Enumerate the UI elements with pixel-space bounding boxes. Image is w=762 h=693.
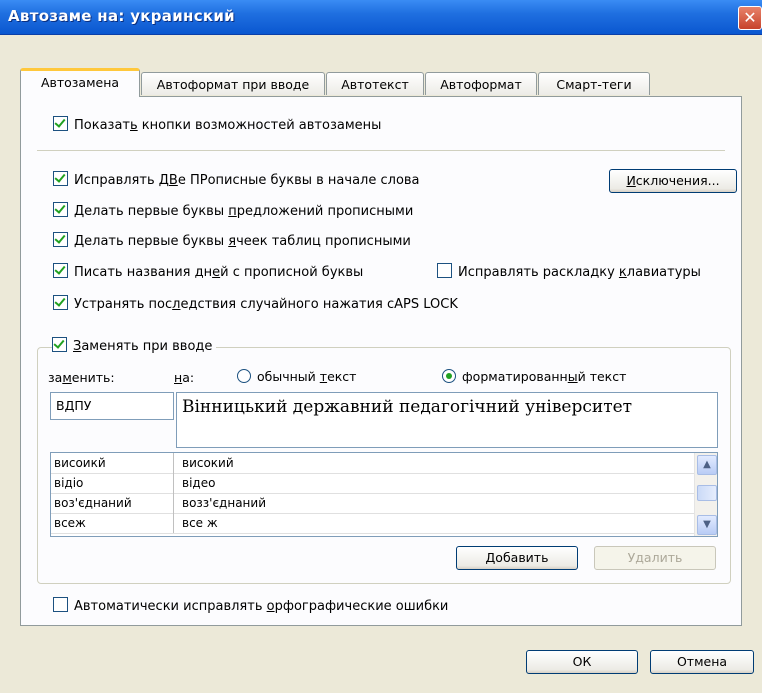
list-item[interactable]: всеж все ж (51, 513, 695, 534)
with-input[interactable]: Вінницький державний педагогічний універ… (176, 392, 718, 448)
exceptions-button[interactable]: Исключения... (609, 169, 737, 193)
sentence-caps-option[interactable]: Делать первые буквы предложений прописны… (53, 202, 413, 222)
autocorrect-entries-list[interactable]: висоикй високий відіо відео воз'єднаний воз… (50, 452, 718, 537)
scroll-down-icon[interactable]: ▼ (697, 515, 717, 535)
tab-autoformat[interactable]: Автоформат (425, 72, 537, 95)
cell-caps-checkbox[interactable] (53, 232, 68, 247)
replace-typing-checkbox[interactable] (52, 337, 67, 352)
sentence-caps-checkbox[interactable] (53, 202, 68, 217)
keyboard-layout-option[interactable]: Исправлять раскладку клавиатуры (437, 263, 701, 283)
keyboard-layout-checkbox[interactable] (437, 263, 452, 278)
list-item[interactable]: висоикй високий (51, 453, 695, 474)
replace-input[interactable]: ВДПУ (50, 392, 174, 420)
scroll-up-icon[interactable]: ▲ (697, 455, 717, 475)
spelling-checkbox[interactable] (53, 597, 68, 612)
replace-label: заменить: (48, 370, 115, 385)
day-names-option[interactable]: Писать названия дней с прописной буквы (53, 263, 363, 283)
caps-lock-checkbox[interactable] (53, 295, 68, 310)
title-bar[interactable]: Автозаме на: украинский ✕ (0, 0, 762, 35)
list-item[interactable]: воз'єднаний возз'єднаний (51, 493, 695, 514)
plain-text-option[interactable]: обычный текст (237, 369, 356, 384)
ok-button[interactable]: ОК (526, 650, 638, 674)
tab-autocorrect[interactable]: Автозамена (20, 68, 140, 97)
add-button[interactable]: Добавить (456, 546, 578, 570)
list-item[interactable]: відіо відео (51, 473, 695, 494)
list-scrollbar[interactable]: ▲ ▼ (694, 453, 717, 536)
autocorrect-dialog: Автозаме на: украинский ✕ Автозамена Авт… (0, 0, 762, 693)
separator (37, 150, 725, 151)
two-caps-option[interactable]: Исправлять ДВе ПРописные буквы в начале … (53, 171, 420, 191)
day-names-checkbox[interactable] (53, 263, 68, 278)
scroll-thumb[interactable] (697, 485, 717, 501)
tab-autoformat-as-you-type[interactable]: Автоформат при вводе (141, 72, 325, 95)
formatted-text-option[interactable]: форматированный текст (442, 369, 626, 384)
two-caps-checkbox[interactable] (53, 171, 68, 186)
autocorrect-panel: Показать кнопки возможностей автозамены … (20, 96, 742, 626)
window-title: Автозаме на: украинский (8, 7, 235, 25)
show-buttons-checkbox[interactable] (53, 116, 68, 131)
cell-caps-option[interactable]: Делать первые буквы ячеек таблиц прописн… (53, 232, 411, 252)
tab-smart-tags[interactable]: Смарт-теги (538, 72, 650, 95)
cancel-button[interactable]: Отмена (650, 650, 754, 674)
replace-group: Заменять при вводе заменить: на: обычный… (37, 337, 731, 584)
replace-typing-option[interactable]: Заменять при вводе (52, 337, 217, 357)
plain-text-radio[interactable] (237, 369, 251, 383)
spelling-option[interactable]: Автоматически исправлять орфографические… (53, 597, 448, 617)
caps-lock-option[interactable]: Устранять последствия случайного нажатия… (53, 295, 458, 315)
formatted-text-radio[interactable] (442, 369, 456, 383)
delete-button[interactable]: Удалить (594, 546, 716, 570)
with-label: на: (174, 370, 195, 385)
show-buttons-option[interactable]: Показать кнопки возможностей автозамены (53, 116, 381, 136)
tab-autotext[interactable]: Автотекст (326, 72, 424, 95)
close-icon[interactable]: ✕ (738, 6, 762, 30)
